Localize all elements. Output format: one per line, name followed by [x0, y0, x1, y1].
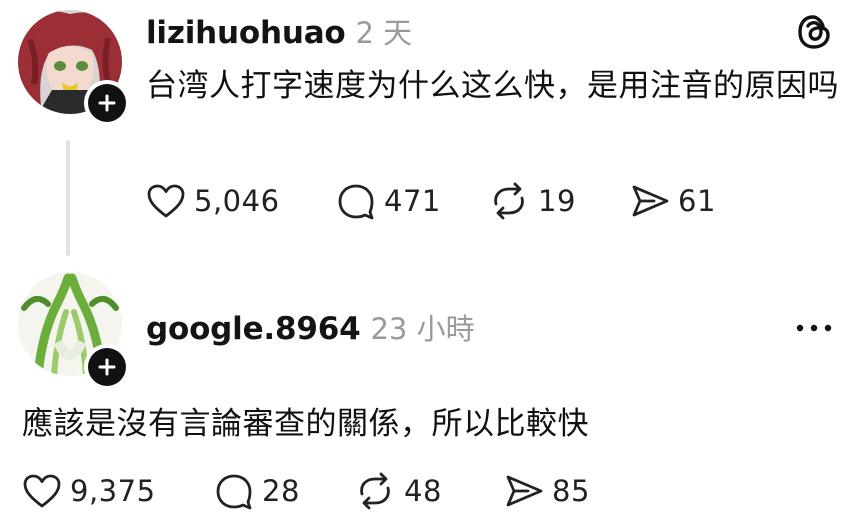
timestamp: 23 小時: [370, 312, 475, 346]
thread-connector-line: [66, 140, 70, 256]
repost-count: 19: [538, 184, 576, 218]
heart-icon: [23, 474, 61, 508]
threads-conversation: lizihuohuao 2 天 台湾人打字速度为什么这么快，是用注音的原因吗 5…: [0, 0, 864, 522]
post-header: lizihuohuao 2 天: [146, 10, 412, 52]
share-button[interactable]: 85: [504, 473, 604, 509]
post-body: 台湾人打字速度为什么这么快，是用注音的原因吗: [146, 68, 839, 104]
repost-icon: [494, 182, 524, 220]
timestamp: 2 天: [355, 16, 413, 50]
like-count: 9,375: [70, 474, 156, 508]
like-count: 5,046: [194, 184, 280, 218]
repost-button[interactable]: 19: [488, 182, 630, 220]
comment-bubble-icon: [216, 474, 252, 510]
repost-button[interactable]: 48: [354, 472, 504, 510]
follow-button[interactable]: [88, 84, 126, 122]
post-body: 應該是沒有言論審查的關係，所以比較快: [22, 406, 589, 442]
plus-icon: [98, 94, 116, 112]
comment-count: 28: [262, 474, 300, 508]
comment-bubble-icon: [338, 184, 374, 220]
repost-count: 48: [404, 474, 442, 508]
username[interactable]: google.8964: [146, 311, 361, 347]
comment-button[interactable]: 471: [336, 182, 488, 220]
more-options-icon[interactable]: [794, 318, 834, 338]
post-header: google.8964 23 小時: [146, 306, 475, 348]
post-actions: 9,375 28 48 85: [22, 472, 604, 510]
heart-icon: [147, 184, 185, 218]
send-icon: [632, 185, 669, 217]
like-button[interactable]: 5,046: [146, 183, 336, 219]
plus-icon: [98, 358, 116, 376]
follow-button[interactable]: [88, 348, 126, 386]
threads-logo-icon[interactable]: [794, 12, 834, 52]
comment-button[interactable]: 28: [214, 472, 354, 510]
username[interactable]: lizihuohuao: [146, 15, 346, 51]
comment-count: 471: [384, 184, 441, 218]
post-actions: 5,046 471 19 61: [146, 182, 730, 220]
send-icon: [506, 475, 543, 507]
share-button[interactable]: 61: [630, 183, 730, 219]
share-count: 61: [678, 184, 716, 218]
share-count: 85: [552, 474, 590, 508]
like-button[interactable]: 9,375: [22, 473, 214, 509]
repost-icon: [360, 472, 390, 510]
